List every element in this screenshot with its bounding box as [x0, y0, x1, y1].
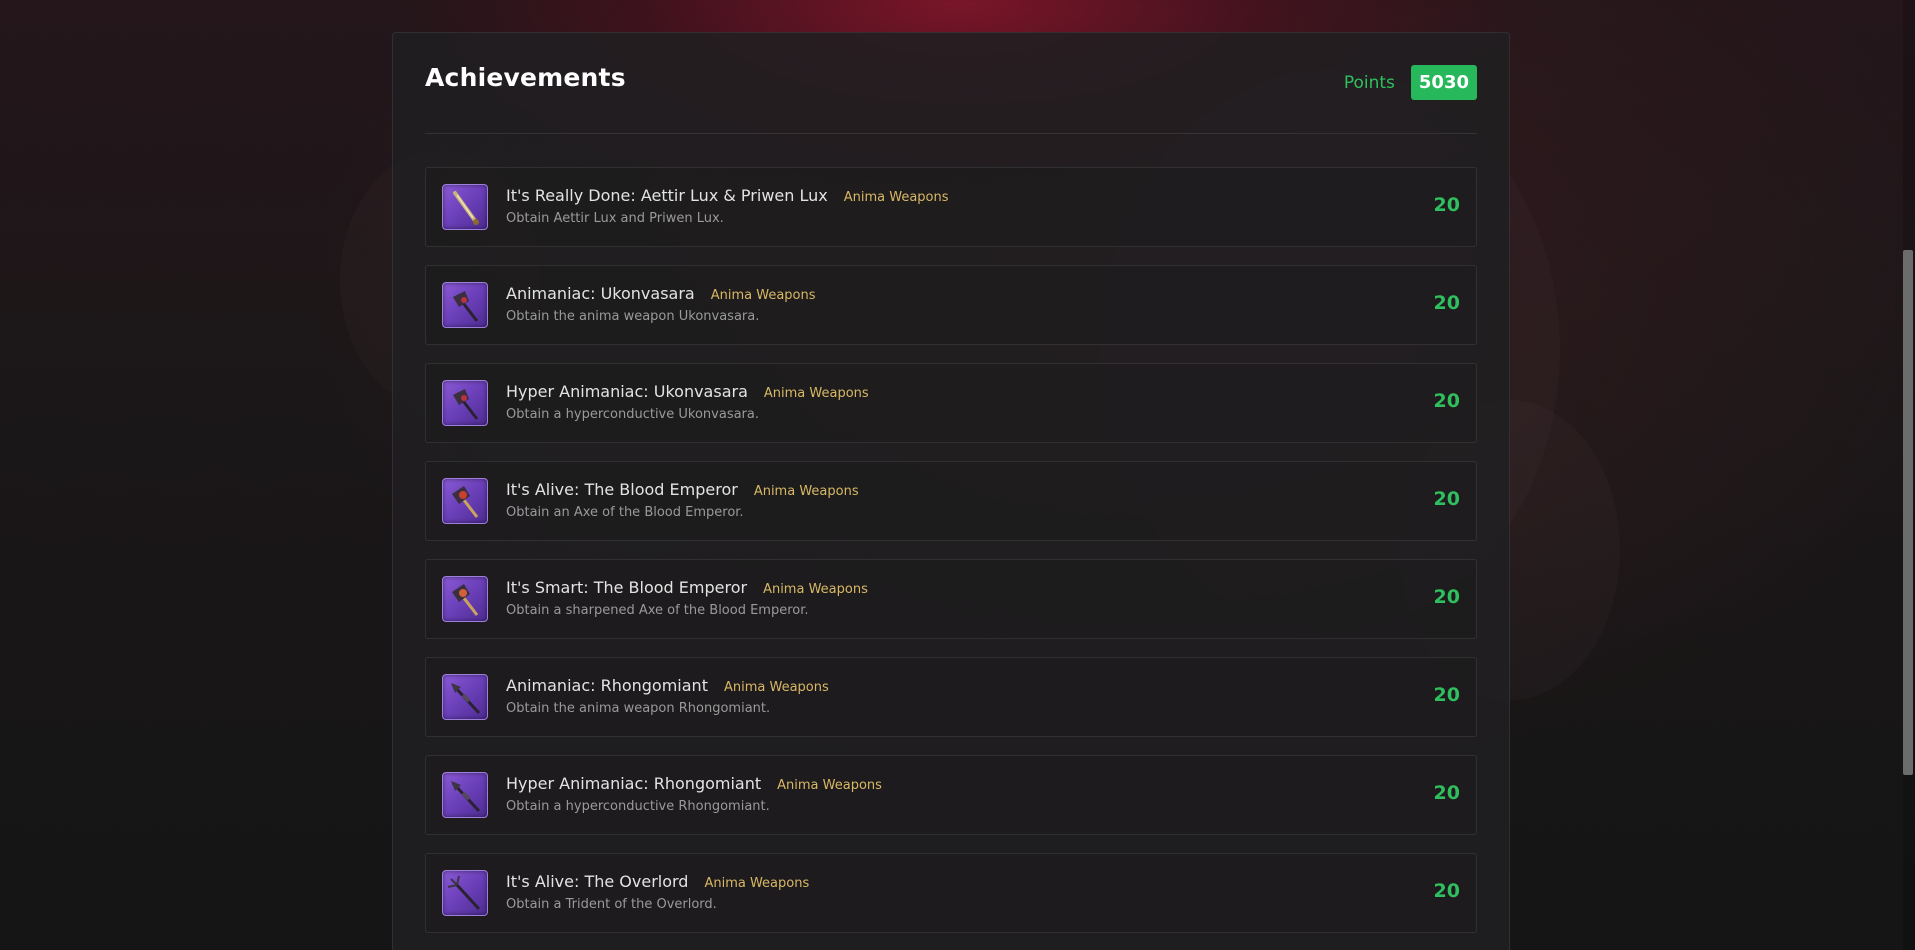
achievement-row[interactable]: Animaniac: Rhongomiant Anima Weapons Obt… [425, 657, 1477, 737]
achievement-text: It's Alive: The Blood Emperor Anima Weap… [506, 480, 859, 520]
spear-icon [442, 674, 488, 720]
achievement-title: Hyper Animaniac: Rhongomiant [506, 774, 762, 793]
achievement-points: 20 [1433, 880, 1460, 902]
achievement-description: Obtain Aettir Lux and Priwen Lux. [506, 211, 724, 226]
achievement-points: 20 [1433, 488, 1460, 510]
achievement-text: It's Really Done: Aettir Lux & Priwen Lu… [506, 186, 949, 226]
achievement-description: Obtain an Axe of the Blood Emperor. [506, 505, 744, 520]
axe-icon [442, 282, 488, 328]
achievement-description: Obtain a hyperconductive Rhongomiant. [506, 799, 770, 814]
achievement-row[interactable]: It's Alive: The Blood Emperor Anima Weap… [425, 461, 1477, 541]
points-summary: Points 5030 [1344, 65, 1477, 100]
achievement-category[interactable]: Anima Weapons [763, 582, 868, 597]
achievement-text: Hyper Animaniac: Ukonvasara Anima Weapon… [506, 382, 869, 422]
axe-icon [442, 576, 488, 622]
achievements-panel: Achievements Points 5030 It's Really Don… [392, 32, 1510, 950]
achievement-text: It's Smart: The Blood Emperor Anima Weap… [506, 578, 868, 618]
achievement-row[interactable]: Hyper Animaniac: Rhongomiant Anima Weapo… [425, 755, 1477, 835]
achievement-category[interactable]: Anima Weapons [754, 484, 859, 499]
sword-icon [442, 184, 488, 230]
points-label: Points [1343, 72, 1395, 93]
spear-icon [442, 772, 488, 818]
achievement-title: It's Alive: The Overlord [506, 872, 689, 891]
achievement-title: It's Really Done: Aettir Lux & Priwen Lu… [506, 186, 828, 205]
achievement-row[interactable]: It's Alive: The Overlord Anima Weapons O… [425, 853, 1477, 933]
achievement-description: Obtain a Trident of the Overlord. [506, 897, 717, 912]
achievement-text: Hyper Animaniac: Rhongomiant Anima Weapo… [506, 774, 882, 814]
achievement-points: 20 [1433, 390, 1460, 412]
page-title: Achievements [425, 63, 626, 92]
achievement-category[interactable]: Anima Weapons [844, 190, 949, 205]
achievement-description: Obtain the anima weapon Ukonvasara. [506, 309, 760, 324]
trident-icon [442, 870, 488, 916]
achievement-title: Hyper Animaniac: Ukonvasara [506, 382, 748, 401]
scrollbar-thumb[interactable] [1903, 250, 1913, 775]
achievement-list: It's Really Done: Aettir Lux & Priwen Lu… [425, 167, 1477, 950]
points-total-badge: 5030 [1410, 65, 1477, 100]
achievement-points: 20 [1433, 782, 1460, 804]
achievement-category[interactable]: Anima Weapons [777, 778, 882, 793]
achievement-title: It's Smart: The Blood Emperor [506, 578, 748, 597]
achievement-row[interactable]: Hyper Animaniac: Ukonvasara Anima Weapon… [425, 363, 1477, 443]
achievement-text: It's Alive: The Overlord Anima Weapons O… [506, 872, 809, 912]
achievement-text: Animaniac: Rhongomiant Anima Weapons Obt… [506, 676, 829, 716]
axe-icon [442, 380, 488, 426]
achievement-description: Obtain a hyperconductive Ukonvasara. [506, 407, 759, 422]
achievement-description: Obtain a sharpened Axe of the Blood Empe… [506, 603, 809, 618]
achievement-title: Animaniac: Ukonvasara [506, 284, 695, 303]
axe-icon [442, 478, 488, 524]
achievement-description: Obtain the anima weapon Rhongomiant. [506, 701, 771, 716]
achievement-points: 20 [1433, 194, 1460, 216]
achievement-category[interactable]: Anima Weapons [711, 288, 816, 303]
achievement-points: 20 [1433, 684, 1460, 706]
achievement-row[interactable]: It's Smart: The Blood Emperor Anima Weap… [425, 559, 1477, 639]
achievement-category[interactable]: Anima Weapons [764, 386, 869, 401]
achievement-points: 20 [1433, 586, 1460, 608]
achievement-title: It's Alive: The Blood Emperor [506, 480, 738, 499]
achievement-row[interactable]: Animaniac: Ukonvasara Anima Weapons Obta… [425, 265, 1477, 345]
page-scrollbar[interactable] [1903, 0, 1915, 950]
achievement-row[interactable]: It's Really Done: Aettir Lux & Priwen Lu… [425, 167, 1477, 247]
achievement-text: Animaniac: Ukonvasara Anima Weapons Obta… [506, 284, 816, 324]
achievement-points: 20 [1433, 292, 1460, 314]
panel-header: Achievements Points 5030 [425, 33, 1477, 134]
achievement-category[interactable]: Anima Weapons [704, 876, 809, 891]
achievement-title: Animaniac: Rhongomiant [506, 676, 708, 695]
achievement-category[interactable]: Anima Weapons [724, 680, 829, 695]
